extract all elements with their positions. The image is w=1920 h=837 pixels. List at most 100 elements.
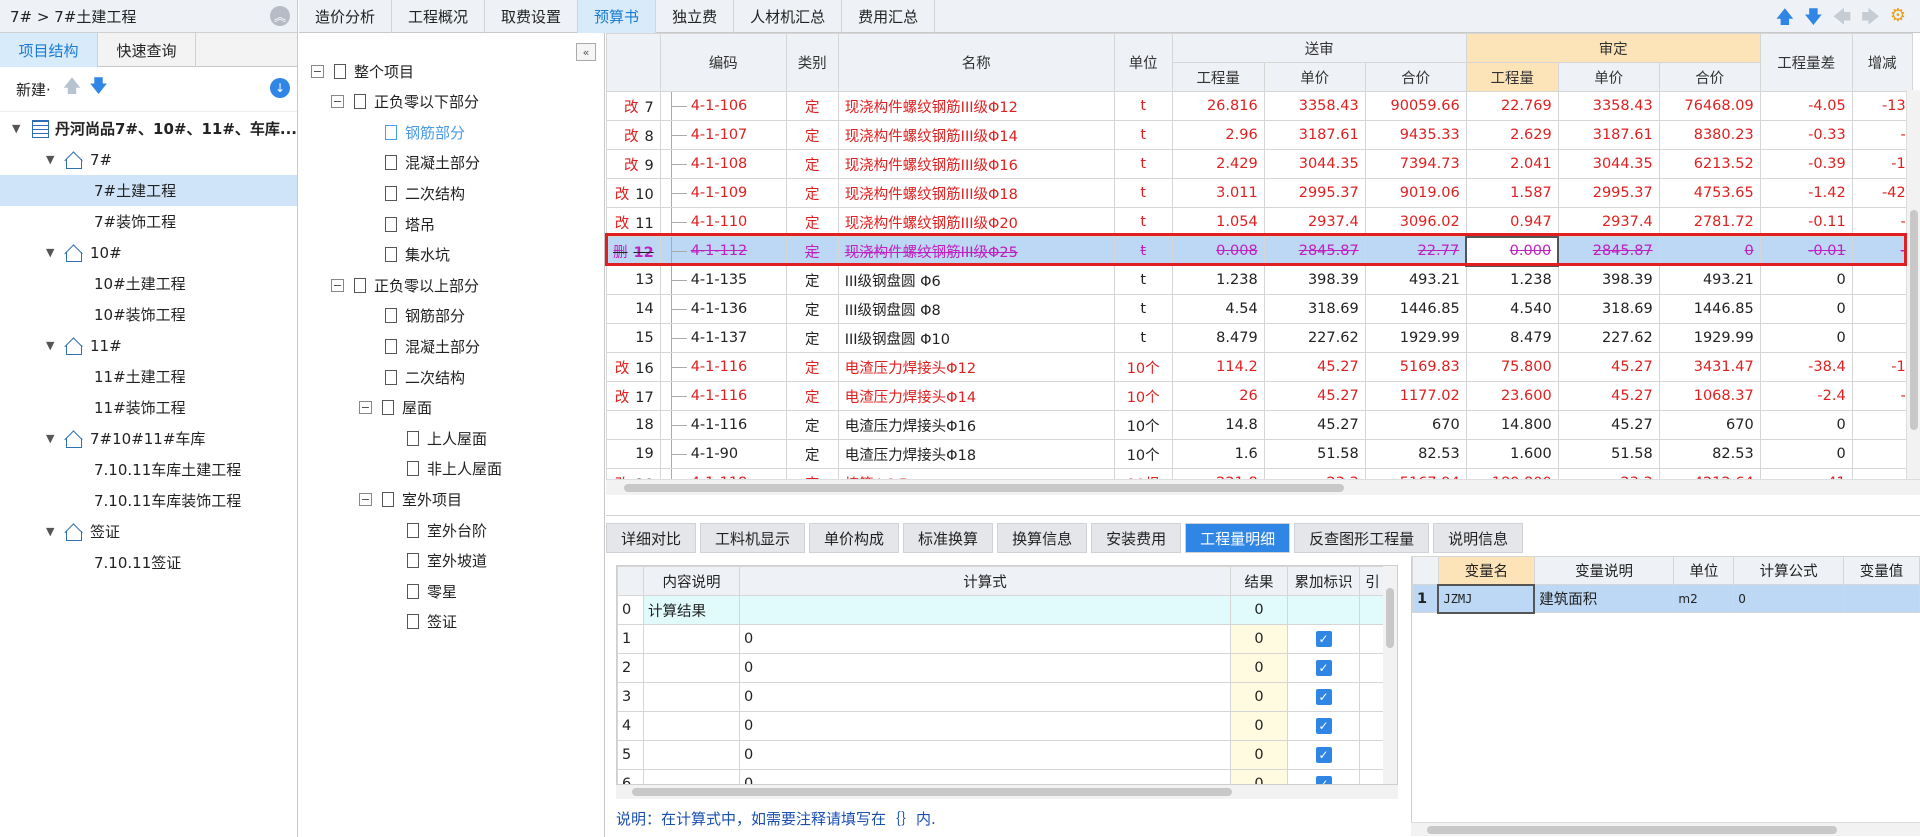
calc-row[interactable]: 5 0 0 ✓ [617, 740, 1386, 770]
qty-diff-cell[interactable]: -0.33 [1759, 120, 1853, 150]
calc-ref-cell[interactable] [1359, 740, 1386, 770]
collapse-toggle-icon[interactable]: − [359, 492, 372, 506]
calc-row[interactable]: 0 计算结果 0 [617, 595, 1386, 625]
download-icon[interactable]: ↓ [270, 78, 290, 98]
budget-row[interactable]: 改 17 4-1-116 定电渣压力焊接头Φ14 10个 26 45.27 1177.02 23… [606, 381, 1913, 411]
code-cell[interactable]: 4-1-107 [659, 120, 787, 150]
sent-price-cell[interactable]: 318.69 [1263, 294, 1366, 324]
tab-quick-search[interactable]: 快速查询 [98, 33, 196, 67]
accumulate-checkbox[interactable]: ✓ [1315, 660, 1332, 676]
detail-tab[interactable]: 工料机显示 [700, 523, 806, 553]
type-cell[interactable]: 定 [785, 120, 839, 150]
detail-tab[interactable]: 安装费用 [1091, 523, 1182, 553]
calc-formula-cell[interactable]: 0 [739, 624, 1231, 654]
project-tree-item[interactable]: 11#装饰工程 [0, 392, 297, 423]
sent-qty-cell[interactable]: 3.011 [1171, 178, 1265, 208]
var-desc-cell[interactable]: 建筑面积 [1533, 584, 1675, 613]
sent-total-cell[interactable]: 22.77 [1364, 236, 1467, 266]
project-tree-item[interactable]: 7.10.11车库土建工程 [0, 454, 297, 485]
sent-price-cell[interactable]: 227.62 [1263, 323, 1366, 353]
accumulate-cell[interactable]: ✓ [1287, 624, 1360, 654]
budget-row[interactable]: 改 8 4-1-107 定现浇构件螺纹钢筋III级Φ14 t 2.96 3187.61 943… [606, 120, 1913, 150]
approved-price-cell[interactable]: 45.27 [1557, 352, 1660, 382]
approved-qty-cell[interactable]: 1.587 [1465, 178, 1559, 208]
approved-price-cell[interactable]: 2995.37 [1557, 178, 1660, 208]
budget-row[interactable]: 改 10 4-1-109 定现浇构件螺纹钢筋III级Φ18 t 3.011 2995.37 9… [606, 178, 1913, 208]
project-tree-item[interactable]: ▼ 丹河尚品7#、10#、11#、车库... [0, 113, 297, 144]
unit-cell[interactable]: 10个 [1113, 410, 1173, 440]
calc-row[interactable]: 2 0 0 ✓ [617, 653, 1386, 683]
section-tree-item[interactable]: 集水坑 [385, 240, 450, 270]
increase-cell[interactable] [1851, 294, 1913, 324]
sent-total-cell[interactable]: 1177.02 [1364, 381, 1467, 411]
sent-qty-cell[interactable]: 4.54 [1171, 294, 1265, 324]
unit-cell[interactable]: t [1113, 207, 1173, 237]
unit-cell[interactable]: t [1113, 236, 1173, 266]
sent-price-cell[interactable]: 51.58 [1263, 439, 1366, 469]
unit-cell[interactable]: t [1113, 91, 1173, 121]
section-tree-item[interactable]: − 屋面 [359, 393, 432, 423]
sent-price-cell[interactable]: 3044.35 [1263, 149, 1366, 179]
detail-tab[interactable]: 单价构成 [809, 523, 900, 553]
name-cell[interactable]: 现浇构件螺纹钢筋III级Φ16 [837, 149, 1115, 179]
code-cell[interactable]: 4-1-90 [659, 439, 787, 469]
calc-ref-cell[interactable] [1359, 624, 1386, 654]
approved-qty-cell[interactable]: 8.479 [1465, 323, 1559, 353]
unit-cell[interactable]: t [1113, 265, 1173, 295]
calc-horizontal-scrollbar[interactable] [616, 785, 1398, 799]
project-tree-item[interactable]: 7#装饰工程 [0, 206, 297, 237]
name-cell[interactable]: 电渣压力焊接头Φ18 [837, 439, 1115, 469]
approved-qty-cell[interactable]: 4.540 [1465, 294, 1559, 324]
budget-row[interactable]: 14 4-1-136 定 III级钢盘圆 Φ8 t 4.54 318.69 1446.85 4.… [606, 294, 1913, 324]
sent-qty-cell[interactable]: 26.816 [1171, 91, 1265, 121]
qty-diff-cell[interactable]: 0 [1759, 410, 1853, 440]
qty-diff-cell[interactable]: 0 [1759, 323, 1853, 353]
tab-budget[interactable]: 预算书 [578, 0, 657, 33]
sent-qty-cell[interactable]: 114.2 [1171, 352, 1265, 382]
name-cell[interactable]: 现浇构件螺纹钢筋III级Φ18 [837, 178, 1115, 208]
unit-cell[interactable]: 10个 [1113, 381, 1173, 411]
type-cell[interactable]: 定 [785, 381, 839, 411]
approved-price-cell[interactable]: 3358.43 [1557, 91, 1660, 121]
project-tree-item[interactable]: 11#土建工程 [0, 361, 297, 392]
accumulate-cell[interactable]: ✓ [1287, 711, 1360, 741]
code-cell[interactable]: 4-1-112 [659, 236, 787, 266]
accumulate-cell[interactable]: ✓ [1287, 769, 1360, 784]
approved-qty-cell[interactable]: 1.600 [1465, 439, 1559, 469]
calc-formula-cell[interactable]: 0 [739, 711, 1231, 741]
section-tree-item[interactable]: 塔吊 [385, 209, 435, 239]
budget-row[interactable]: 删 12 4-1-112 定现浇构件螺纹钢筋III级Φ25 t 0.008 2845.87 2… [606, 235, 1913, 267]
sent-total-cell[interactable]: 7394.73 [1364, 149, 1467, 179]
qty-diff-cell[interactable]: -38.4 [1759, 352, 1853, 382]
code-cell[interactable]: 4-1-108 [659, 149, 787, 179]
qty-diff-cell[interactable]: -0.01 [1759, 236, 1853, 266]
tab-cost-summary[interactable]: 费用汇总 [842, 0, 936, 33]
type-cell[interactable]: 定 [785, 294, 839, 324]
sent-price-cell[interactable]: 2937.4 [1263, 207, 1366, 237]
approved-price-cell[interactable]: 3044.35 [1557, 149, 1660, 179]
increase-cell[interactable]: -1 [1851, 352, 1913, 382]
increase-cell[interactable] [1851, 410, 1913, 440]
variable-horizontal-scrollbar[interactable] [1411, 822, 1920, 836]
var-value-cell[interactable] [1843, 584, 1920, 613]
calc-desc-cell[interactable] [643, 769, 740, 784]
unit-cell[interactable]: t [1113, 120, 1173, 150]
collapse-left-icon[interactable]: « [576, 43, 596, 61]
accumulate-cell[interactable] [1287, 595, 1360, 625]
sent-qty-cell[interactable]: 8.479 [1171, 323, 1265, 353]
sent-qty-cell[interactable]: 1.054 [1171, 207, 1265, 237]
sent-total-cell[interactable]: 5169.83 [1364, 352, 1467, 382]
sent-price-cell[interactable]: 398.39 [1263, 265, 1366, 295]
sent-total-cell[interactable]: 9435.33 [1364, 120, 1467, 150]
unit-cell[interactable]: 10个 [1113, 439, 1173, 469]
type-cell[interactable]: 定 [785, 236, 839, 266]
section-tree-item[interactable]: − 整个项目 [311, 56, 414, 86]
name-cell[interactable]: III级钢盘圆 Φ10 [837, 323, 1115, 353]
approved-price-cell[interactable]: 398.39 [1557, 265, 1660, 295]
approved-qty-cell[interactable]: 23.600 [1465, 381, 1559, 411]
approved-price-cell[interactable]: 45.27 [1557, 381, 1660, 411]
detail-tab[interactable]: 标准换算 [903, 523, 994, 553]
project-tree-item[interactable]: ▼ 7#10#11#车库 [0, 423, 297, 454]
sent-qty-cell[interactable]: 0.008 [1171, 236, 1265, 266]
section-tree-item[interactable]: 签证 [407, 607, 457, 637]
